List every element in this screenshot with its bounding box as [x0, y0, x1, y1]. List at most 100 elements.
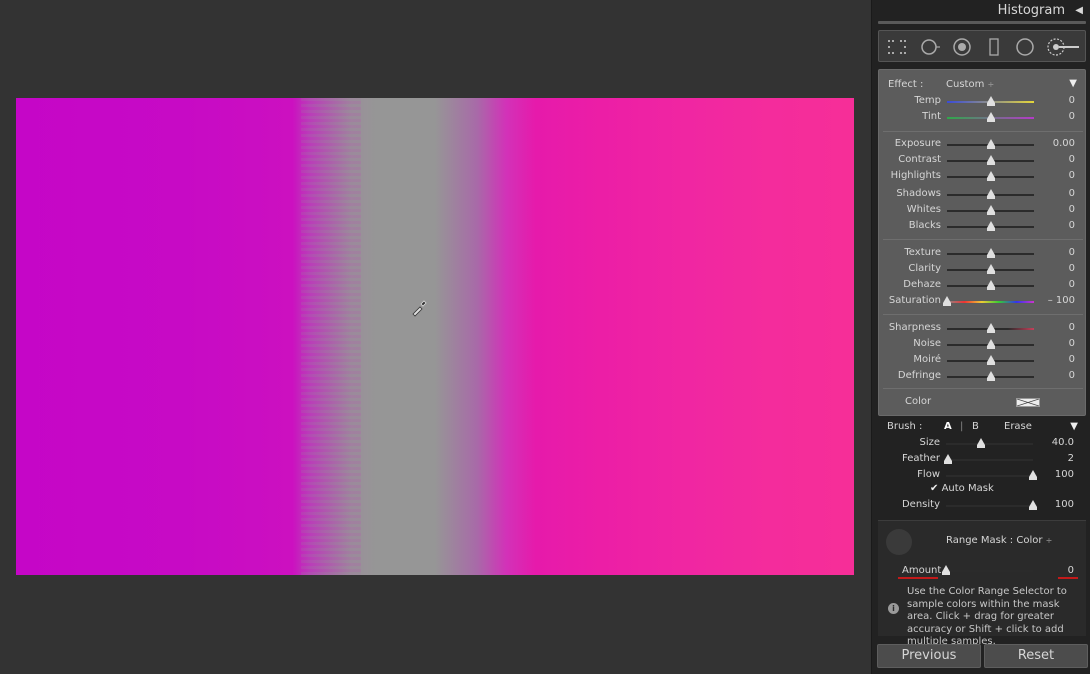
- whites-slider[interactable]: [947, 205, 1034, 215]
- image-canvas[interactable]: [0, 0, 870, 674]
- density-value[interactable]: 100: [1055, 499, 1074, 510]
- feather-value[interactable]: 2: [1068, 453, 1074, 464]
- slider-thumb[interactable]: [986, 264, 995, 274]
- contrast-slider[interactable]: [947, 155, 1034, 165]
- histogram-header[interactable]: Histogram ◀: [872, 0, 1090, 22]
- noise-slider[interactable]: [947, 339, 1034, 349]
- exposure-slider[interactable]: [947, 139, 1034, 149]
- highlights-slider[interactable]: [947, 171, 1034, 181]
- info-icon: i: [888, 603, 899, 614]
- clarity-value[interactable]: 0: [1069, 263, 1075, 274]
- histogram-title: Histogram: [997, 3, 1065, 18]
- reset-button[interactable]: Reset: [984, 644, 1088, 668]
- moire-slider[interactable]: [947, 355, 1034, 365]
- highlights-label: Highlights: [890, 170, 941, 181]
- saturation-slider[interactable]: [943, 296, 1034, 306]
- color-range-selector-icon[interactable]: [886, 529, 912, 555]
- slider-thumb[interactable]: [986, 96, 995, 106]
- tint-slider-row: Tint 0: [879, 109, 1087, 125]
- slider-thumb[interactable]: [986, 189, 995, 199]
- dehaze-slider[interactable]: [947, 280, 1034, 290]
- slider-thumb[interactable]: [1029, 470, 1037, 480]
- slider-thumb[interactable]: [986, 323, 995, 333]
- slider-thumb[interactable]: [942, 565, 950, 575]
- slider-thumb[interactable]: [986, 280, 995, 290]
- collapse-left-arrow-icon[interactable]: ◀: [1075, 5, 1083, 16]
- temp-value[interactable]: 0: [1069, 95, 1075, 106]
- slider-thumb[interactable]: [986, 171, 995, 181]
- dehaze-value[interactable]: 0: [1069, 279, 1075, 290]
- moire-value[interactable]: 0: [1069, 354, 1075, 365]
- amount-value-underline: [1058, 577, 1078, 579]
- auto-mask-checkbox[interactable]: ✔ Auto Mask: [930, 483, 994, 494]
- spot-removal-icon[interactable]: [920, 37, 940, 57]
- brush-tab-erase[interactable]: Erase: [1004, 421, 1032, 432]
- sharpness-slider[interactable]: [947, 323, 1034, 333]
- radial-filter-icon[interactable]: [1015, 37, 1035, 57]
- brush-section: Brush : A | B Erase ▼ Size 40.0 Feather 2 Fl…: [878, 418, 1086, 518]
- collapse-triangle-icon[interactable]: ▼: [1069, 78, 1077, 89]
- slider-thumb[interactable]: [1029, 500, 1037, 510]
- brush-tab-b[interactable]: B: [972, 421, 979, 432]
- slider-thumb[interactable]: [943, 454, 952, 464]
- slider-thumb[interactable]: [943, 296, 951, 306]
- size-value[interactable]: 40.0: [1052, 437, 1074, 448]
- slider-thumb[interactable]: [986, 339, 995, 349]
- moire-slider-row: Moiré 0: [879, 352, 1087, 368]
- color-swatch-none-icon[interactable]: [1016, 398, 1040, 407]
- brush-tab-separator: |: [960, 421, 964, 432]
- texture-slider[interactable]: [947, 248, 1034, 258]
- saturation-value[interactable]: – 100: [1048, 295, 1075, 306]
- slider-thumb[interactable]: [986, 112, 995, 122]
- slider-thumb[interactable]: [986, 355, 995, 365]
- shadows-slider[interactable]: [947, 189, 1034, 199]
- dropdown-arrows-icon: ÷: [987, 80, 995, 89]
- previous-button[interactable]: Previous: [877, 644, 981, 668]
- red-eye-icon[interactable]: [952, 37, 972, 57]
- clarity-slider[interactable]: [947, 264, 1034, 274]
- crop-overlay-icon[interactable]: [887, 37, 907, 57]
- effect-preset-dropdown[interactable]: Custom ÷: [946, 79, 994, 90]
- shadows-value[interactable]: 0: [1069, 188, 1075, 199]
- adjustment-brush-icon[interactable]: [1047, 37, 1081, 57]
- tint-value[interactable]: 0: [1069, 111, 1075, 122]
- highlights-value[interactable]: 0: [1069, 170, 1075, 181]
- density-slider[interactable]: [946, 500, 1037, 510]
- slider-thumb[interactable]: [986, 205, 995, 215]
- noise-value[interactable]: 0: [1069, 338, 1075, 349]
- blacks-slider[interactable]: [947, 221, 1034, 231]
- defringe-slider[interactable]: [947, 371, 1034, 381]
- contrast-value[interactable]: 0: [1069, 154, 1075, 165]
- whites-value[interactable]: 0: [1069, 204, 1075, 215]
- texture-value[interactable]: 0: [1069, 247, 1075, 258]
- flow-value[interactable]: 100: [1055, 469, 1074, 480]
- range-mask-dropdown[interactable]: Range Mask : Color ÷: [946, 535, 1052, 546]
- size-slider[interactable]: [946, 438, 1033, 448]
- slider-thumb[interactable]: [986, 139, 995, 149]
- temp-slider[interactable]: [947, 96, 1034, 106]
- histogram-collapsed-bar: [878, 21, 1086, 24]
- slider-thumb[interactable]: [986, 155, 995, 165]
- graduated-filter-icon[interactable]: [984, 37, 1004, 57]
- feather-slider[interactable]: [943, 454, 1033, 464]
- defringe-value[interactable]: 0: [1069, 370, 1075, 381]
- slider-thumb[interactable]: [986, 248, 995, 258]
- slider-thumb[interactable]: [986, 371, 995, 381]
- photo-preview[interactable]: [16, 98, 854, 575]
- texture-label: Texture: [904, 247, 941, 258]
- exposure-value[interactable]: 0.00: [1053, 138, 1075, 149]
- flow-slider[interactable]: [946, 470, 1037, 480]
- blacks-value[interactable]: 0: [1069, 220, 1075, 231]
- sharpness-value[interactable]: 0: [1069, 322, 1075, 333]
- moire-label: Moiré: [913, 354, 941, 365]
- collapse-triangle-icon[interactable]: ▼: [1070, 421, 1078, 432]
- brush-tab-a[interactable]: A: [944, 421, 952, 432]
- tint-slider[interactable]: [947, 112, 1034, 122]
- feather-label: Feather: [901, 453, 940, 464]
- divider: [883, 314, 1083, 315]
- slider-thumb[interactable]: [986, 221, 995, 231]
- amount-slider[interactable]: [942, 565, 1033, 575]
- tint-label: Tint: [922, 111, 941, 122]
- slider-thumb[interactable]: [976, 438, 985, 448]
- dropdown-arrows-icon: ÷: [1045, 536, 1053, 545]
